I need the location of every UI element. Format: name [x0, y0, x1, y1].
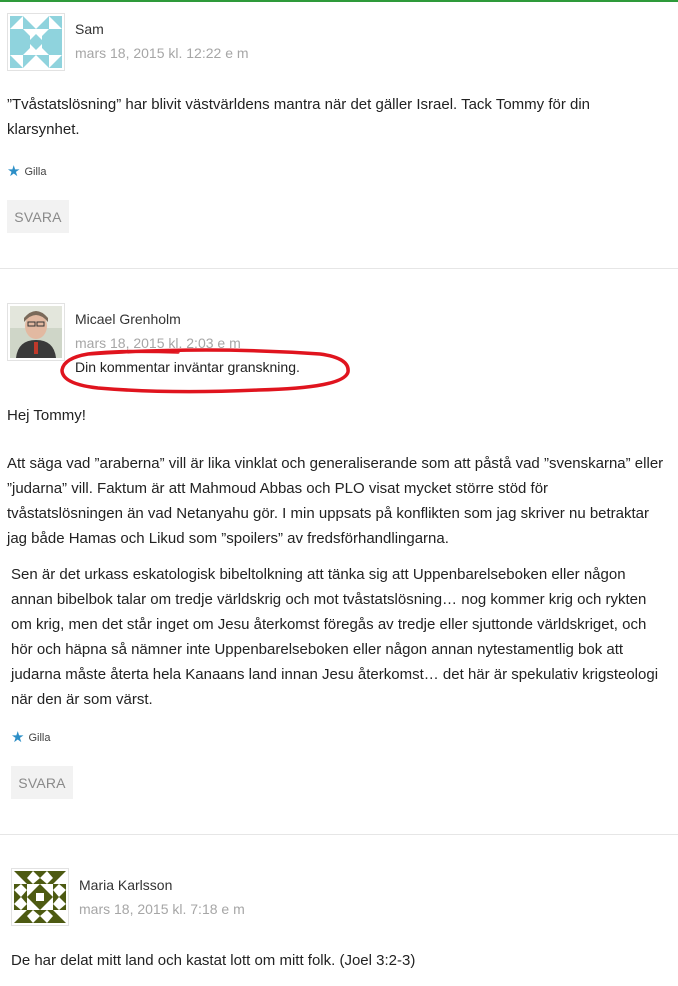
- reply-button[interactable]: SVARA: [11, 766, 73, 799]
- comment-date[interactable]: mars 18, 2015 kl. 12:22 e m: [75, 45, 249, 61]
- like-button[interactable]: ★ Gilla: [7, 163, 47, 180]
- star-icon: ★: [7, 163, 21, 180]
- comment-divider: [0, 834, 678, 835]
- avatar[interactable]: [11, 868, 69, 926]
- avatar[interactable]: [7, 303, 65, 361]
- like-label: Gilla: [28, 732, 51, 744]
- moderation-notice: Din kommentar inväntar granskning.: [75, 359, 300, 375]
- reply-button[interactable]: SVARA: [7, 200, 69, 233]
- comment-author[interactable]: Maria Karlsson: [79, 877, 172, 893]
- top-accent-line: [0, 0, 678, 2]
- comment-text: Sen är det urkass eskatologisk bibeltolk…: [11, 566, 659, 708]
- like-label: Gilla: [24, 166, 47, 178]
- comment-author[interactable]: Sam: [75, 21, 104, 37]
- identicon-olive-icon: [14, 871, 66, 923]
- comment-text: Att säga vad ”araberna” vill är lika vin…: [7, 455, 664, 547]
- comment-date[interactable]: mars 18, 2015 kl. 2:03 e m: [75, 335, 241, 351]
- star-icon: ★: [11, 729, 25, 746]
- comment-author[interactable]: Micael Grenholm: [75, 311, 181, 327]
- avatar[interactable]: [7, 13, 65, 71]
- identicon-teal-icon: [10, 16, 62, 68]
- comment-text: Hej Tommy!: [7, 407, 86, 424]
- comment-text: ”Tvåstatslösning” har blivit västvärlden…: [7, 96, 591, 138]
- user-photo-icon: [10, 306, 62, 358]
- like-button[interactable]: ★ Gilla: [11, 729, 51, 746]
- comment-text: De har delat mitt land och kastat lott o…: [11, 952, 416, 969]
- comment-date[interactable]: mars 18, 2015 kl. 7:18 e m: [79, 901, 245, 917]
- comment-divider: [0, 268, 678, 269]
